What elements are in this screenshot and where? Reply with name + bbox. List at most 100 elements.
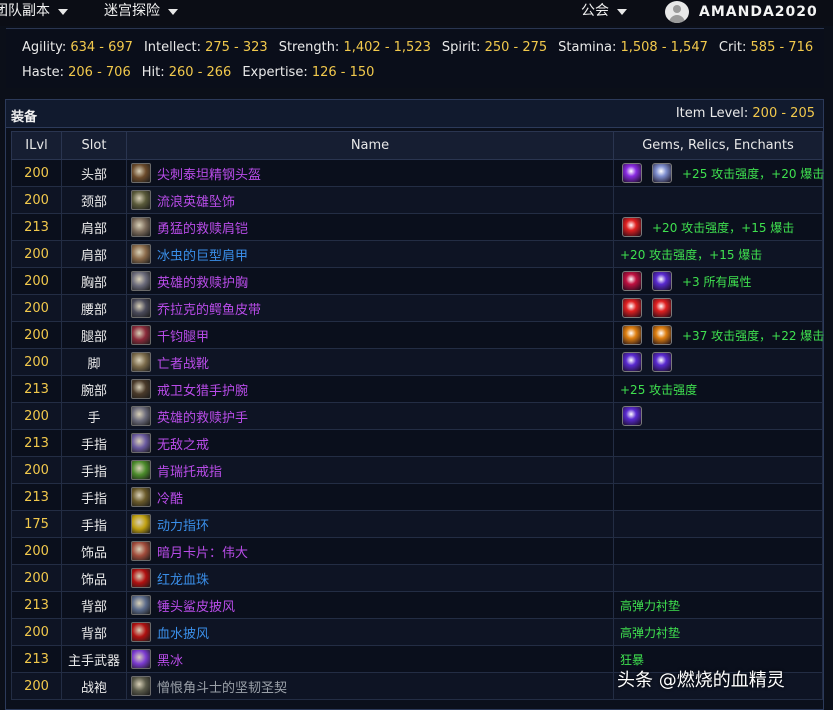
item-link[interactable]: 动力指环 [131,514,613,534]
item-icon[interactable] [131,271,151,291]
gems-list: +20 攻击强度，+15 爆击 [620,246,822,263]
item-icon[interactable] [131,541,151,561]
item-name[interactable]: 英雄的救赎护胸 [157,272,248,291]
item-name[interactable]: 乔拉克的鳄鱼皮带 [157,299,261,318]
gem-icon[interactable] [652,352,672,372]
item-link[interactable]: 锤头鲨皮披风 [131,595,613,615]
gem-icon[interactable] [622,352,642,372]
gem-icon[interactable] [622,298,642,318]
item-link[interactable]: 血水披风 [131,622,613,642]
col-header-slot[interactable]: Slot [61,131,127,160]
item-name[interactable]: 黑冰 [157,650,183,669]
item-icon[interactable] [131,433,151,453]
item-name[interactable]: 英雄的救赎护手 [157,407,248,426]
table-row: 200 饰品 红龙血珠 [11,564,823,592]
gem-icon[interactable] [652,163,672,183]
item-link[interactable]: 乔拉克的鳄鱼皮带 [131,298,613,318]
col-header-name[interactable]: Name [126,131,614,160]
item-link[interactable]: 英雄的救赎护手 [131,406,613,426]
item-ilvl: 200 [11,456,62,484]
item-icon[interactable] [131,514,151,534]
item-link[interactable]: 流浪英雄坠饰 [131,190,613,210]
item-icon[interactable] [131,622,151,642]
item-icon[interactable] [131,298,151,318]
item-link[interactable]: 亡者战靴 [131,352,613,372]
nav-raids[interactable]: 团队副本 [0,0,68,22]
gems-list [622,298,822,318]
stat-label: Crit: [718,40,747,55]
gem-icon[interactable] [652,271,672,291]
item-icon[interactable] [131,244,151,264]
item-link[interactable]: 尖刺泰坦精钢头盔 [131,163,613,183]
item-icon[interactable] [131,487,151,507]
stat-value: 585 - 716 [750,40,814,55]
item-link[interactable]: 戒卫女猎手护腕 [131,379,613,399]
item-icon[interactable] [131,190,151,210]
enchant-text: +37 攻击强度，+22 爆击 [682,328,825,343]
item-name[interactable]: 无敌之戒 [157,434,209,453]
item-icon[interactable] [131,595,151,615]
gems-list: 高弹力衬垫 [620,624,822,641]
item-name[interactable]: 憎恨角斗士的坚韧圣契 [157,677,287,696]
item-link[interactable]: 憎恨角斗士的坚韧圣契 [131,676,613,696]
gem-icon[interactable] [622,325,642,345]
item-link[interactable]: 冰虫的巨型肩甲 [131,244,613,264]
stat-value: 260 - 266 [168,65,232,80]
item-slot: 背部 [61,618,127,646]
item-icon[interactable] [131,676,151,696]
item-icon[interactable] [131,325,151,345]
item-name[interactable]: 千钧腿甲 [157,326,209,345]
item-name[interactable]: 肯瑞托戒指 [157,461,222,480]
gem-icon[interactable] [652,325,672,345]
gem-icon[interactable] [622,163,642,183]
item-name[interactable]: 流浪英雄坠饰 [157,191,235,210]
gem-icon[interactable] [622,271,642,291]
item-link[interactable]: 勇猛的救赎肩铠 [131,217,613,237]
item-name[interactable]: 动力指环 [157,515,209,534]
item-icon[interactable] [131,217,151,237]
item-icon[interactable] [131,406,151,426]
item-icon[interactable] [131,649,151,669]
item-icon[interactable] [131,379,151,399]
item-name[interactable]: 亡者战靴 [157,353,209,372]
gem-icon[interactable] [622,217,642,237]
user-menu[interactable]: AMANDA2020 [665,0,818,24]
nav-dungeons[interactable]: 迷宫探险 [104,0,178,22]
item-link[interactable]: 红龙血珠 [131,568,613,588]
item-link[interactable]: 无敌之戒 [131,433,613,453]
item-icon[interactable] [131,460,151,480]
item-ilvl: 175 [11,510,62,538]
item-name[interactable]: 血水披风 [157,623,209,642]
item-name[interactable]: 暗月卡片：伟大 [157,542,248,561]
item-ilvl: 213 [11,375,62,403]
table-row: 200 饰品 暗月卡片：伟大 [11,537,823,565]
item-name[interactable]: 红龙血珠 [157,569,209,588]
table-row: 200 肩部 冰虫的巨型肩甲 +20 攻击强度，+15 爆击 [11,240,823,268]
item-link[interactable]: 千钧腿甲 [131,325,613,345]
item-ilvl: 200 [11,537,62,565]
item-link[interactable]: 冷酷 [131,487,613,507]
item-name[interactable]: 尖刺泰坦精钢头盔 [157,164,261,183]
item-name[interactable]: 冰虫的巨型肩甲 [157,245,248,264]
item-name[interactable]: 戒卫女猎手护腕 [157,380,248,399]
item-icon[interactable] [131,163,151,183]
item-name[interactable]: 冷酷 [157,488,183,507]
item-link[interactable]: 英雄的救赎护胸 [131,271,613,291]
item-link[interactable]: 暗月卡片：伟大 [131,541,613,561]
nav-guild[interactable]: 公会 [581,0,627,22]
item-name[interactable]: 锤头鲨皮披风 [157,596,235,615]
col-header-ilvl[interactable]: ILvl [11,131,62,160]
avatar[interactable] [665,1,689,23]
item-icon[interactable] [131,352,151,372]
item-link[interactable]: 黑冰 [131,649,613,669]
item-gems-cell: +25 攻击强度，+20 爆击 [613,159,824,187]
item-name[interactable]: 勇猛的救赎肩铠 [157,218,248,237]
stat-item: Stamina: 1,508 - 1,547 [558,40,708,55]
item-ilvl: 200 [11,402,62,430]
item-link[interactable]: 肯瑞托戒指 [131,460,613,480]
item-icon[interactable] [131,568,151,588]
col-header-gems[interactable]: Gems, Relics, Enchants [613,131,823,160]
gem-icon[interactable] [652,298,672,318]
item-gems-cell [613,456,823,484]
gem-icon[interactable] [622,406,642,426]
